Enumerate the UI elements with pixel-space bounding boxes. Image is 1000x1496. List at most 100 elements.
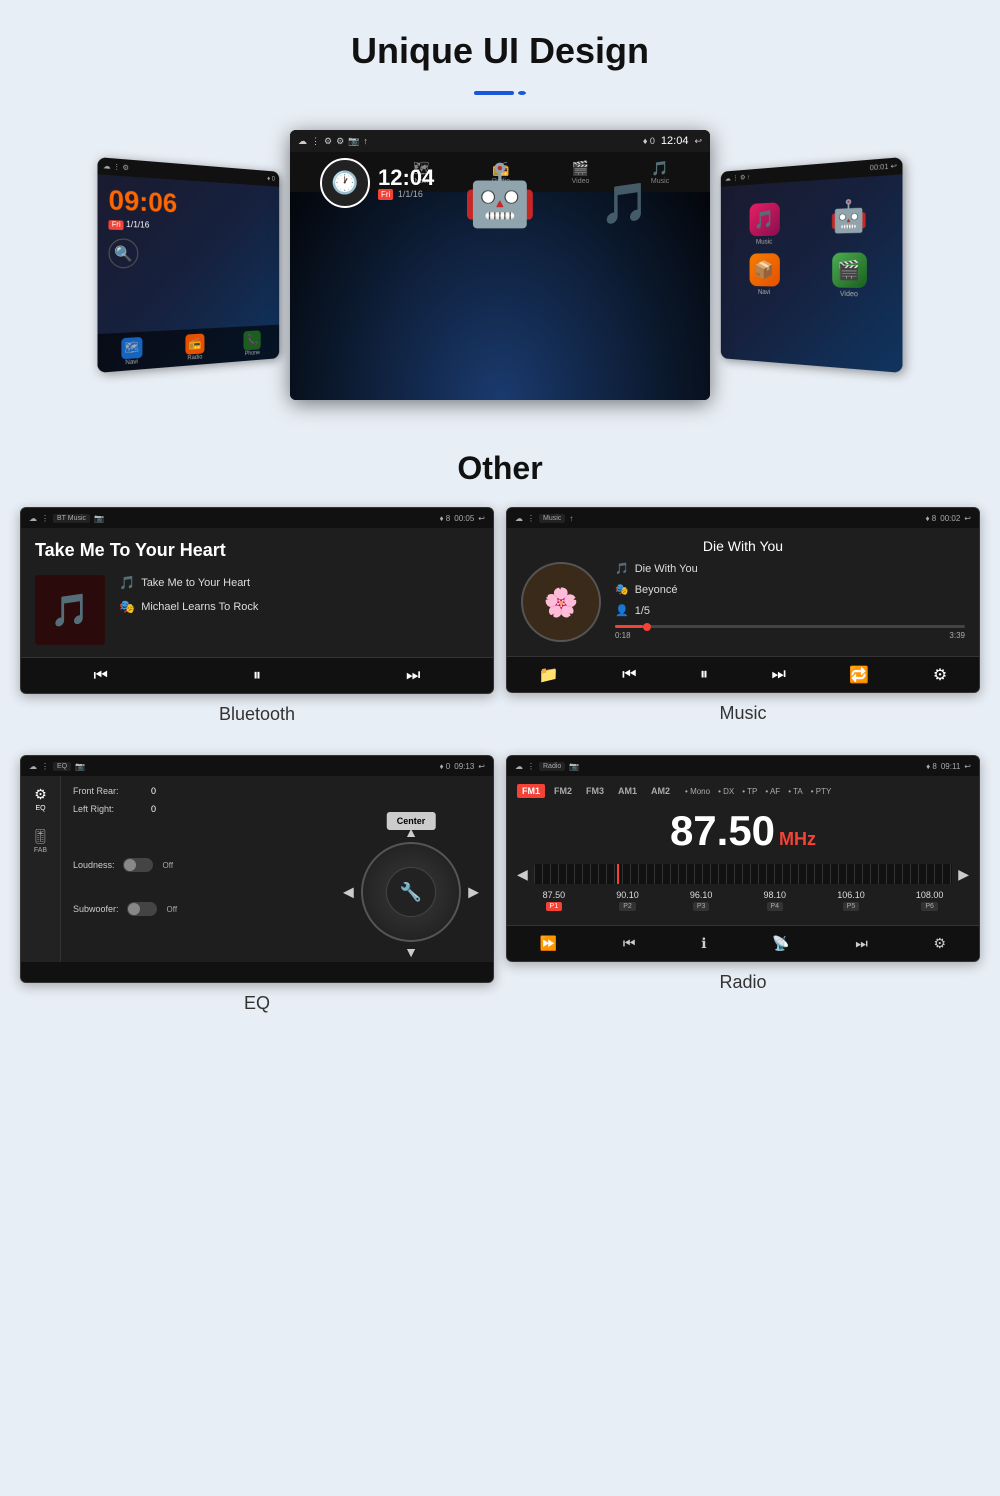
radio-antenna-button[interactable]: 📡 (772, 935, 789, 952)
right-screen: ☁ ⋮ ⚙ ↑ 00:01 ↩ 🎵 Music 🤖 📦 Navi (721, 157, 903, 373)
eq-left-button[interactable]: ◀ (343, 884, 354, 901)
eq-right-button[interactable]: ▶ (468, 884, 479, 901)
center-top-bar: ☁⋮⚙⚙📷↑ ♦ 0 12:04 ↩ (290, 130, 710, 152)
music-progress: 0:18 3:39 (615, 625, 965, 640)
eq-up-button[interactable]: ▲ (404, 824, 418, 840)
left-nav-radio[interactable]: 📻 Radio (185, 333, 204, 361)
fm2-band[interactable]: FM2 (549, 784, 577, 798)
ui-design-screens: ☁ ⋮ ⚙ ♦ 0 09:06 Fri 1/1/16 🔍 🗺 Navi 📻 (0, 120, 1000, 430)
eq-subwoofer-row: Subwoofer: Off (73, 902, 331, 916)
fm3-band[interactable]: FM3 (581, 784, 609, 798)
music-folder-button[interactable]: 📁 (539, 665, 559, 685)
eq-steering-container: Center ▲ ◀ 🔧 ▶ ▼ (361, 842, 461, 942)
preset-p2[interactable]: 90.10 P2 (616, 890, 639, 911)
right-app-video[interactable]: 🎬 Video (809, 252, 892, 299)
loudness-toggle[interactable] (123, 858, 153, 872)
radio-ff-button[interactable]: ⏩ (540, 935, 557, 952)
center-screen-wrap: ☁⋮⚙⚙📷↑ ♦ 0 12:04 ↩ 🕐 12:04 Fri (290, 130, 710, 400)
music-controls[interactable]: 📁 ⏮ ⏸ ⏭ 🔁 ⚙ (507, 656, 979, 692)
eq-tab-fab[interactable]: 🎚 FAB (32, 828, 50, 854)
music-meta: 🎵 Die With You 🎭 Beyoncé 👤 1/5 (615, 562, 965, 646)
radio-next-button[interactable]: ⏭ (855, 935, 868, 952)
right-app-navi[interactable]: 📦 Navi (729, 253, 801, 297)
left-nav-phone[interactable]: 📞 Phone (244, 330, 261, 357)
eq-label: EQ (20, 993, 494, 1014)
music-label: Music (506, 703, 980, 724)
eq-center-section: Loudness: Off Subwoofer: (73, 822, 481, 952)
music-settings-button[interactable]: ⚙ (933, 665, 947, 685)
bt-song-title: Take Me To Your Heart (35, 540, 479, 561)
preset-p5[interactable]: 106.10 P5 (837, 890, 865, 911)
right-screen-wrap: ☁ ⋮ ⚙ ↑ 00:01 ↩ 🎵 Music 🤖 📦 Navi (710, 165, 900, 365)
bt-album-art: 🎵 (35, 575, 105, 645)
tune-right-button[interactable]: ▶ (958, 866, 969, 883)
radio-screen: ☁⋮ Radio 📷 ♦ 8 09:11 ↩ FM1 FM2 FM3 (506, 755, 980, 962)
bt-next-button[interactable]: ⏭ (406, 667, 420, 685)
bt-prev-button[interactable]: ⏮ (94, 667, 108, 685)
radio-frequency: 87.50MHz (517, 804, 969, 858)
tune-left-button[interactable]: ◀ (517, 866, 528, 883)
eq-bottom-bar (21, 962, 493, 982)
preset-p1[interactable]: 87.50 P1 (543, 890, 566, 911)
music-next-button[interactable]: ⏭ (772, 666, 786, 684)
eq-steering-area: ▲ ◀ 🔧 ▶ ▼ (361, 842, 461, 942)
radio-presets: 87.50 P1 90.10 P2 96.10 P3 98.10 (517, 890, 969, 911)
radio-options: Mono DX TP AF TA PTY (685, 787, 831, 796)
bt-artist-row: 🎭 Michael Learns To Rock (119, 599, 479, 615)
radio-settings-button[interactable]: ⚙ (934, 935, 947, 952)
radio-prev-button[interactable]: ⏮ (623, 935, 636, 952)
radio-info-button[interactable]: ℹ (701, 935, 706, 952)
center-screen: ☁⋮⚙⚙📷↑ ♦ 0 12:04 ↩ 🕐 12:04 Fri (290, 130, 710, 400)
bt-song-name-row: 🎵 Take Me to Your Heart (119, 575, 479, 591)
music-body: 🌸 🎵 Die With You 🎭 Beyoncé (521, 562, 965, 646)
af-option: AF (765, 787, 780, 796)
music-repeat-button[interactable]: 🔁 (849, 665, 869, 685)
eq-down-button[interactable]: ▼ (404, 944, 418, 960)
bluetooth-screen-container: ☁⋮ BT Music 📷 ♦ 8 00:05 ↩ Take Me To You… (20, 507, 494, 743)
nav-video[interactable]: 🎬 Video (572, 160, 590, 185)
music-song-name-row: 🎵 Die With You (615, 562, 965, 575)
preset-p6[interactable]: 108.00 P6 (916, 890, 944, 911)
music-play-button[interactable]: ⏸ (700, 666, 708, 684)
radio-band-row[interactable]: FM1 FM2 FM3 AM1 AM2 Mono DX TP AF TA PTY (517, 784, 969, 798)
radio-label: Radio (506, 972, 980, 993)
music-top-bar: ☁⋮ Music ↑ ♦ 8 00:02 ↩ (507, 508, 979, 528)
music-screen: ☁⋮ Music ↑ ♦ 8 00:02 ↩ Die With You 🌸 (506, 507, 980, 693)
music-prev-button[interactable]: ⏮ (622, 666, 636, 684)
nav-music[interactable]: 🎵 Music (651, 160, 669, 185)
left-nav-navi[interactable]: 🗺 Navi (121, 336, 142, 366)
radio-body: FM1 FM2 FM3 AM1 AM2 Mono DX TP AF TA PTY (507, 776, 979, 925)
eq-tab-eq[interactable]: ⚙ EQ (34, 786, 47, 812)
fm1-band[interactable]: FM1 (517, 784, 545, 798)
radio-screen-container: ☁⋮ Radio 📷 ♦ 8 09:11 ↩ FM1 FM2 FM3 (506, 755, 980, 1032)
left-search-icon[interactable]: 🔍 (108, 238, 138, 268)
music-album-art: 🌸 (521, 562, 601, 642)
other-title: Other (0, 450, 1000, 487)
subwoofer-toggle[interactable] (127, 902, 157, 916)
preset-p4[interactable]: 98.10 P4 (764, 890, 787, 911)
music-screen-container: ☁⋮ Music ↑ ♦ 8 00:02 ↩ Die With You 🌸 (506, 507, 980, 743)
preset-p3[interactable]: 96.10 P3 (690, 890, 713, 911)
am1-band[interactable]: AM1 (613, 784, 642, 798)
screens-grid: ☁⋮ BT Music 📷 ♦ 8 00:05 ↩ Take Me To You… (0, 507, 1000, 1032)
am2-band[interactable]: AM2 (646, 784, 675, 798)
eq-front-rear: Front Rear: 0 (73, 786, 481, 796)
bt-controls[interactable]: ⏮ ⏸ ⏭ (21, 657, 493, 693)
radio-controls[interactable]: ⏩ ⏮ ℹ 📡 ⏭ ⚙ (507, 925, 979, 961)
bt-play-button[interactable]: ⏸ (253, 667, 261, 685)
eq-controls-left: Loudness: Off Subwoofer: (73, 858, 331, 916)
bt-content: Take Me To Your Heart 🎵 🎵 Take Me to You… (21, 528, 493, 657)
radio-top-bar: ☁⋮ Radio 📷 ♦ 8 09:11 ↩ (507, 756, 979, 776)
tp-option: TP (742, 787, 757, 796)
dx-option: DX (718, 787, 734, 796)
right-app-android[interactable]: 🤖 (809, 197, 892, 245)
right-app-music[interactable]: 🎵 Music (729, 201, 801, 246)
music-note-deco: 🎵 (600, 180, 650, 227)
page-title: Unique UI Design (0, 0, 1000, 82)
left-screen-wrap: ☁ ⋮ ⚙ ♦ 0 09:06 Fri 1/1/16 🔍 🗺 Navi 📻 (100, 165, 290, 365)
bluetooth-label: Bluetooth (20, 704, 494, 725)
right-app-grid: 🎵 Music 🤖 📦 Navi 🎬 Video (721, 174, 903, 310)
bt-top-bar: ☁⋮ BT Music 📷 ♦ 8 00:05 ↩ (21, 508, 493, 528)
center-clock-icon: 🕐 (320, 158, 370, 208)
music-song-title: Die With You (521, 538, 965, 554)
